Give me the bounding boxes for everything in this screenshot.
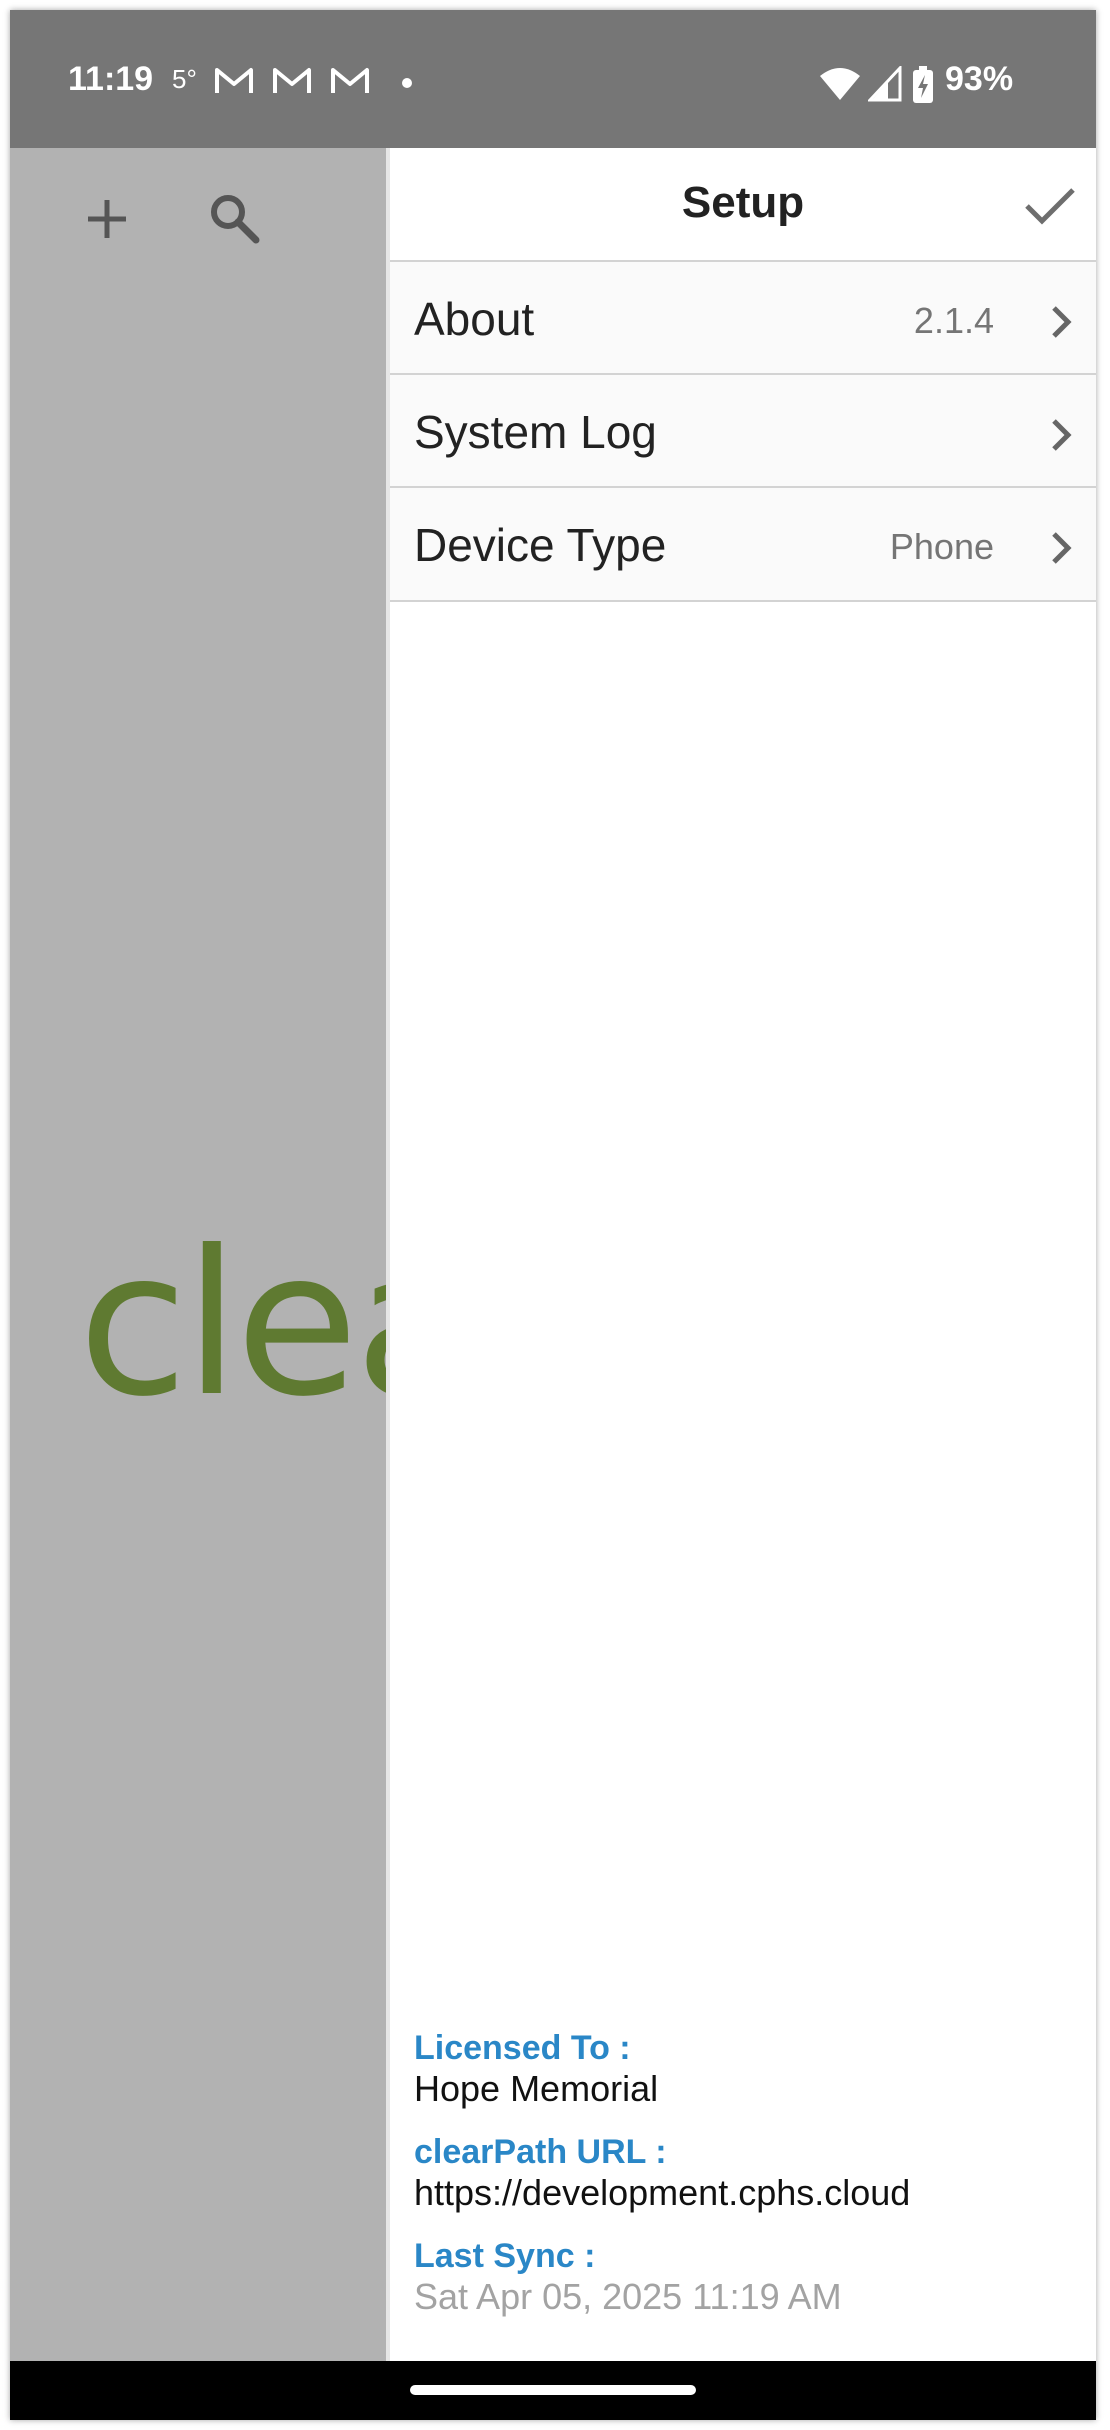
add-icon[interactable] [82, 194, 132, 244]
setup-header: Setup [390, 148, 1096, 260]
setting-row-about[interactable]: About 2.1.4 [390, 260, 1096, 373]
gmail-icon [331, 68, 369, 93]
row-label: About [414, 293, 535, 345]
phone-screen: 11:19 5° 93% clea Setup About 2.1.4 Syst… [10, 10, 1096, 2420]
chevron-right-icon [1052, 532, 1072, 564]
row-label: Device Type [414, 519, 667, 571]
row-value: Phone [889, 526, 994, 567]
setting-row-device-type[interactable]: Device Type Phone [390, 486, 1096, 602]
cellular-signal-icon [868, 66, 902, 102]
search-icon[interactable] [206, 190, 262, 246]
chevron-right-icon [1052, 306, 1072, 338]
status-bar: 11:19 5° 93% [10, 10, 1096, 148]
status-time: 11:19 [68, 60, 154, 98]
home-gesture-handle[interactable] [410, 2385, 696, 2395]
status-temperature: 5° [172, 64, 197, 94]
setup-title: Setup [681, 178, 805, 227]
battery-charging-icon [913, 66, 933, 103]
licensed-to-label: Licensed To : [414, 2029, 631, 2067]
licensed-to-value: Hope Memorial [414, 2068, 659, 2109]
gmail-icon [273, 68, 311, 93]
checkmark-icon[interactable] [1024, 186, 1076, 226]
setup-panel: Setup About 2.1.4 System Log Device Type… [390, 148, 1096, 2361]
gmail-icon [215, 68, 253, 93]
battery-percent: 93% [945, 60, 1014, 98]
setting-row-system-log[interactable]: System Log [390, 373, 1096, 486]
clearpath-url-label: clearPath URL : [414, 2133, 667, 2171]
license-info: Licensed To : Hope Memorial clearPath UR… [414, 2028, 1084, 2340]
navigation-bar [10, 2361, 1096, 2420]
background-app: clea [10, 148, 477, 2361]
notification-dot-icon [402, 78, 412, 88]
clearpath-url-value: https://development.cphs.cloud [414, 2172, 911, 2213]
wifi-icon [820, 68, 860, 100]
last-sync-value: Sat Apr 05, 2025 11:19 AM [414, 2276, 842, 2317]
row-value: 2.1.4 [913, 300, 994, 341]
chevron-right-icon [1052, 419, 1072, 451]
last-sync-label: Last Sync : [414, 2237, 596, 2275]
row-label: System Log [414, 406, 657, 458]
